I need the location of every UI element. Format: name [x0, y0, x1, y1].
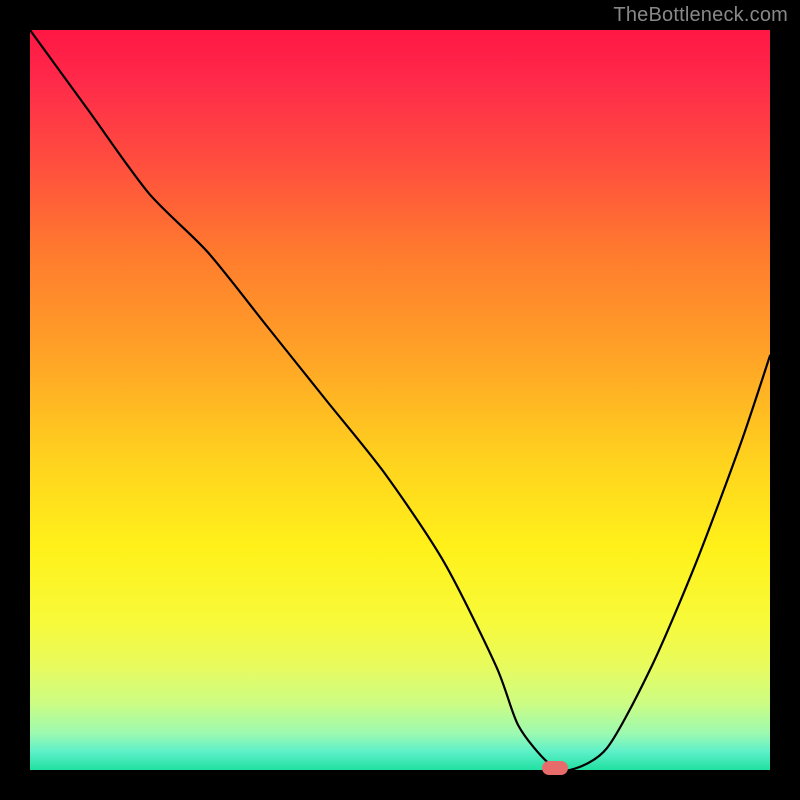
watermark-text: TheBottleneck.com [613, 4, 788, 27]
plot-area [30, 30, 770, 770]
plot-svg [30, 30, 770, 770]
optimal-point-marker [542, 761, 568, 775]
chart-frame: TheBottleneck.com [0, 0, 800, 800]
gradient-background [30, 30, 770, 770]
